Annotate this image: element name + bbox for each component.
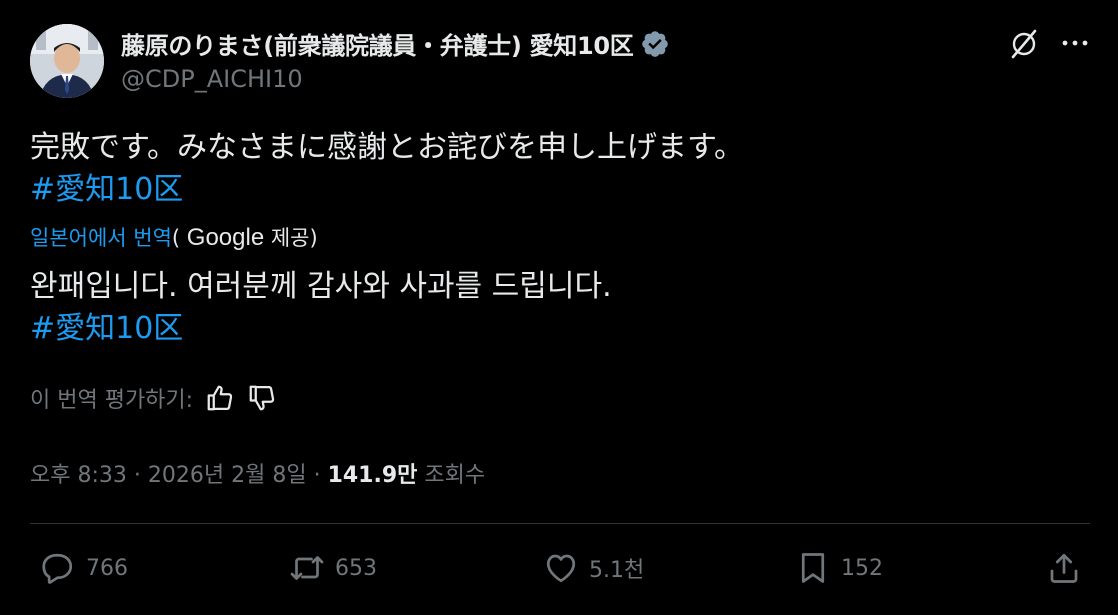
author-handle[interactable]: @CDP_AICHI10 bbox=[121, 65, 303, 93]
translation-provider: Google bbox=[180, 224, 265, 251]
thumbs-up-icon[interactable] bbox=[205, 383, 235, 413]
rate-translation-label: 이 번역 평가하기: bbox=[30, 388, 194, 413]
tweet-body: 完敗です。みなさまに感謝とお詫びを申し上げます。 bbox=[30, 130, 744, 165]
translation-open-paren: ( bbox=[171, 226, 181, 250]
share-button[interactable] bbox=[1046, 550, 1082, 586]
reply-icon bbox=[42, 553, 73, 584]
more-icon[interactable] bbox=[1060, 30, 1090, 56]
meta-separator: · bbox=[306, 463, 328, 488]
bookmark-button[interactable]: 152 bbox=[795, 550, 883, 586]
repost-button[interactable]: 653 bbox=[289, 550, 377, 586]
meta-separator: · bbox=[126, 463, 148, 488]
translated-body: 완패입니다. 여러분께 감사와 사과를 드립니다. bbox=[30, 269, 612, 304]
reply-count: 766 bbox=[86, 555, 128, 581]
grok-icon[interactable] bbox=[1008, 28, 1040, 60]
bookmark-count: 152 bbox=[841, 555, 883, 581]
hashtag-link[interactable]: #愛知10区 bbox=[30, 169, 744, 211]
tweet-text: 完敗です。みなさまに感謝とお詫びを申し上げます。 #愛知10区 bbox=[30, 127, 744, 211]
translation-provider-suffix: 제공) bbox=[264, 226, 318, 250]
rate-translation-row: 이 번역 평가하기: bbox=[30, 382, 277, 414]
translated-text: 완패입니다. 여러분께 감사와 사과를 드립니다. #愛知10区 bbox=[30, 266, 612, 350]
views-label: 조회수 bbox=[417, 463, 486, 488]
avatar[interactable] bbox=[30, 24, 104, 98]
reply-button[interactable]: 766 bbox=[40, 550, 128, 586]
divider bbox=[30, 523, 1090, 524]
tweet-time[interactable]: 오후 8:33 bbox=[30, 463, 127, 488]
like-button[interactable]: 5.1천 bbox=[543, 550, 644, 586]
thumbs-down-icon[interactable] bbox=[247, 383, 277, 413]
verified-badge-icon bbox=[640, 29, 670, 59]
repost-icon bbox=[290, 556, 324, 580]
share-icon bbox=[1050, 553, 1078, 583]
translation-source-link[interactable]: 일본어에서 번역 bbox=[30, 226, 172, 250]
repost-count: 653 bbox=[335, 555, 377, 581]
author-name-row[interactable]: 藤原のりまさ(前衆議院議員・弁護士) 愛知10区 bbox=[121, 26, 670, 61]
author-display-name[interactable]: 藤原のりまさ(前衆議院議員・弁護士) 愛知10区 bbox=[121, 26, 634, 61]
tweet[interactable]: 藤原のりまさ(前衆議院議員・弁護士) 愛知10区 @CDP_AICHI10 完敗… bbox=[0, 0, 1118, 615]
like-count: 5.1천 bbox=[589, 558, 645, 583]
like-icon bbox=[546, 554, 576, 583]
translation-attribution: 일본어에서 번역( Google 제공) bbox=[30, 222, 318, 252]
bookmark-icon bbox=[801, 553, 825, 583]
tweet-meta: 오후 8:33 · 2026년 2월 8일 · 141.9만 조회수 bbox=[30, 457, 485, 489]
translated-hashtag-link[interactable]: #愛知10区 bbox=[30, 308, 612, 350]
tweet-date[interactable]: 2026년 2월 8일 bbox=[148, 463, 307, 488]
views-count: 141.9만 bbox=[327, 463, 418, 488]
